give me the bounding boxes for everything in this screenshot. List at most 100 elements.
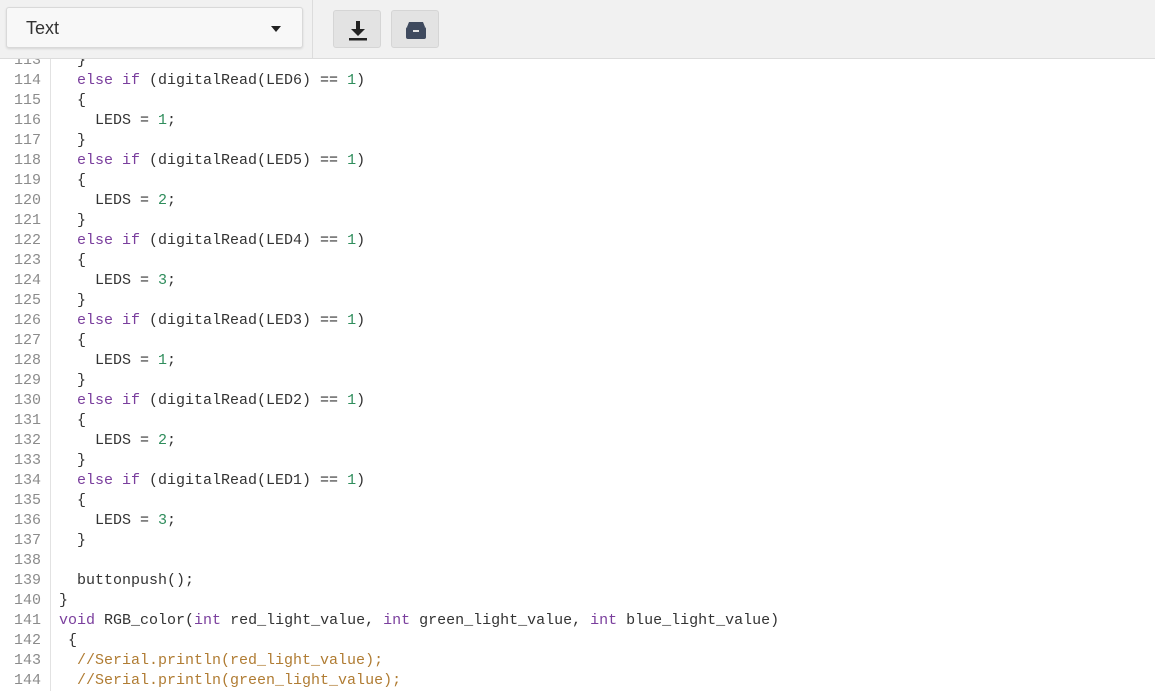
- code-token: LEDS =: [59, 272, 159, 289]
- code-token: ): [356, 72, 366, 89]
- code-token: }: [59, 59, 87, 69]
- line-number: 122: [13, 232, 41, 249]
- code-token: LEDS =: [59, 432, 159, 449]
- code-text: {: [59, 411, 86, 431]
- code-text: else if (digitalRead(LED6) == 1): [59, 71, 365, 91]
- code-text: LEDS = 3;: [59, 271, 176, 291]
- code-token: red_light_value,: [221, 612, 384, 629]
- code-number: 1: [347, 472, 357, 489]
- code-text: }: [59, 591, 68, 611]
- code-text: }: [59, 291, 86, 311]
- code-text: LEDS = 3;: [59, 511, 176, 531]
- code-number: 1: [158, 112, 168, 129]
- code-text: {: [59, 631, 77, 651]
- line-number: 113: [13, 59, 41, 69]
- code-keyword: else if: [77, 312, 141, 329]
- code-line: 141 void RGB_color(int red_light_value, i…: [0, 611, 1155, 631]
- line-number: 140: [13, 592, 41, 609]
- code-text: }: [59, 531, 86, 551]
- code-token: ): [356, 232, 366, 249]
- code-token: ): [356, 472, 366, 489]
- code-text: }: [59, 371, 86, 391]
- code-number: 3: [158, 272, 168, 289]
- code-token: }: [59, 532, 87, 549]
- line-number: 141: [13, 612, 41, 629]
- line-number: 128: [13, 352, 41, 369]
- code-line: 121 }: [0, 211, 1155, 231]
- code-line: 123 {: [0, 251, 1155, 271]
- code-line: 139 buttonpush();: [0, 571, 1155, 591]
- code-token: ;: [167, 272, 177, 289]
- code-number: 2: [158, 432, 168, 449]
- code-number: 1: [347, 312, 357, 329]
- code-line: 128 LEDS = 1;: [0, 351, 1155, 371]
- code-line: 126 else if (digitalRead(LED3) == 1): [0, 311, 1155, 331]
- code-token: {: [59, 492, 87, 509]
- code-token: }: [59, 292, 87, 309]
- line-number: 116: [13, 112, 41, 129]
- code-line: 144 //Serial.println(green_light_value);: [0, 671, 1155, 691]
- code-number: 1: [158, 352, 168, 369]
- code-token: ;: [167, 192, 177, 209]
- code-token: {: [59, 252, 87, 269]
- code-text: }: [59, 131, 86, 151]
- code-line: 125 }: [0, 291, 1155, 311]
- code-editor[interactable]: 113 } 114 else if (digitalRead(LED6) == 1…: [0, 59, 1155, 691]
- line-number: 114: [13, 72, 41, 89]
- code-token: {: [59, 332, 87, 349]
- code-text: //Serial.println(green_light_value);: [59, 671, 401, 691]
- code-comment: //Serial.println(green_light_value);: [77, 672, 402, 689]
- code-token: (digitalRead(LED2) ==: [140, 392, 348, 409]
- code-text: else if (digitalRead(LED2) == 1): [59, 391, 365, 411]
- code-token: LEDS =: [59, 192, 159, 209]
- code-text: else if (digitalRead(LED5) == 1): [59, 151, 365, 171]
- code-token: (digitalRead(LED4) ==: [140, 232, 348, 249]
- code-token: ;: [167, 352, 177, 369]
- mode-dropdown[interactable]: Text: [6, 7, 303, 48]
- toolbar: Text: [0, 0, 1155, 59]
- code-number: 3: [158, 512, 168, 529]
- code-line: 113 }: [0, 59, 1155, 71]
- code-text: LEDS = 1;: [59, 111, 176, 131]
- line-number: 138: [13, 552, 41, 569]
- code-keyword: int: [383, 612, 411, 629]
- code-number: 1: [347, 152, 357, 169]
- line-number: 134: [13, 472, 41, 489]
- code-token: LEDS =: [59, 112, 159, 129]
- download-button[interactable]: [333, 10, 381, 48]
- code-token: buttonpush();: [59, 572, 195, 589]
- code-text: else if (digitalRead(LED3) == 1): [59, 311, 365, 331]
- code-line: 143 //Serial.println(red_light_value);: [0, 651, 1155, 671]
- code-token: RGB_color(: [95, 612, 195, 629]
- code-keyword: int: [194, 612, 222, 629]
- code-token: (digitalRead(LED3) ==: [140, 312, 348, 329]
- code-token: {: [59, 412, 87, 429]
- code-text: }: [59, 211, 86, 231]
- archive-box-icon: [406, 22, 426, 39]
- code-number: 1: [347, 392, 357, 409]
- code-token: ): [356, 152, 366, 169]
- code-line: 114 else if (digitalRead(LED6) == 1): [0, 71, 1155, 91]
- code-keyword: else if: [77, 152, 141, 169]
- code-keyword: else if: [77, 232, 141, 249]
- archive-button[interactable]: [391, 10, 439, 48]
- code-keyword: else if: [77, 392, 141, 409]
- code-text: else if (digitalRead(LED1) == 1): [59, 471, 365, 491]
- mode-dropdown-value: Text: [26, 18, 60, 38]
- code-token: ): [356, 392, 366, 409]
- code-number: 2: [158, 192, 168, 209]
- code-line: 115 {: [0, 91, 1155, 111]
- line-number: 125: [13, 292, 41, 309]
- line-number: 136: [13, 512, 41, 529]
- code-text: buttonpush();: [59, 571, 194, 591]
- code-token: LEDS =: [59, 512, 159, 529]
- line-number: 137: [13, 532, 41, 549]
- line-number: 121: [13, 212, 41, 229]
- code-line: 117 }: [0, 131, 1155, 151]
- code-line: 129 }: [0, 371, 1155, 391]
- code-text: else if (digitalRead(LED4) == 1): [59, 231, 365, 251]
- code-line: 138: [0, 551, 1155, 571]
- code-comment: //Serial.println(red_light_value);: [77, 652, 384, 669]
